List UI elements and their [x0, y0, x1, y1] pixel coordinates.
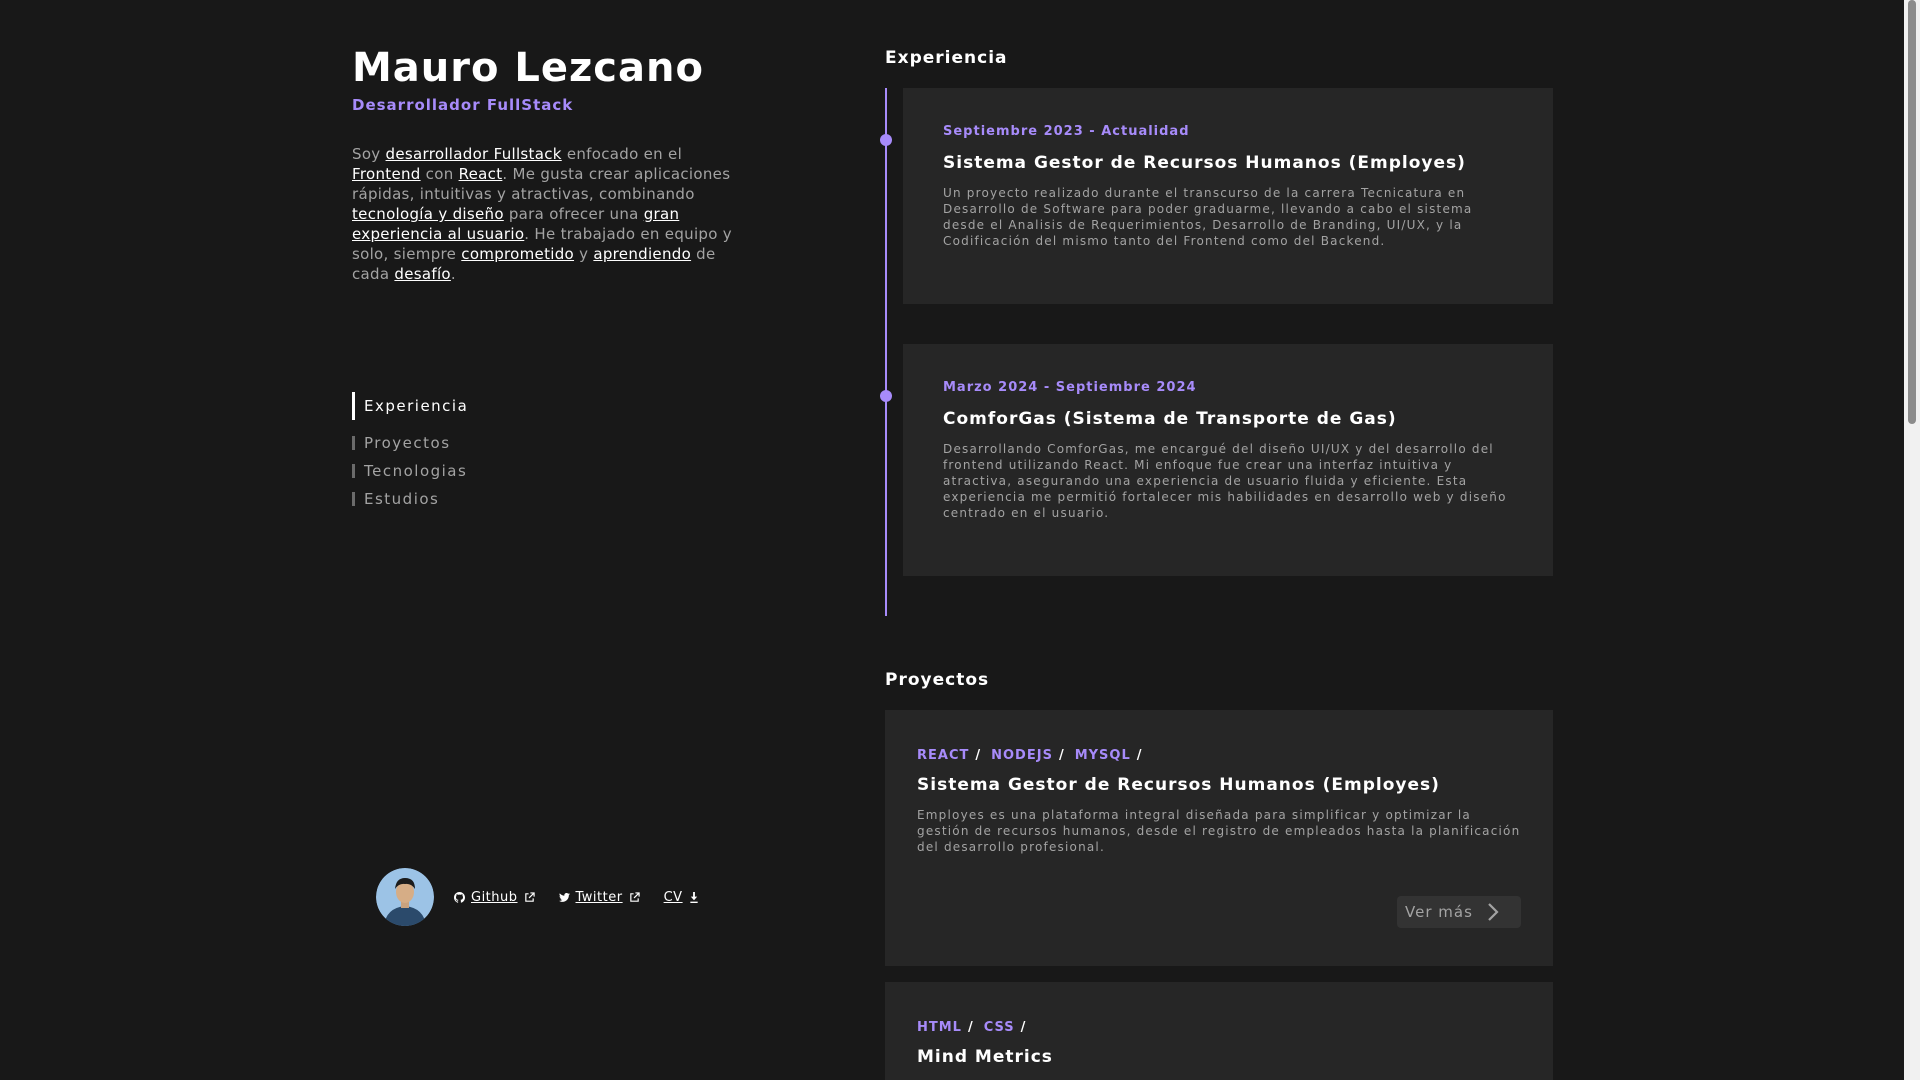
profile-bio: Soy desarrollador Fullstack enfocado en … [352, 144, 732, 284]
experience-card: Marzo 2024 - Septiembre 2024 ComforGas (… [903, 344, 1553, 576]
github-link[interactable]: Github [454, 890, 535, 905]
bio-text: . [450, 265, 456, 283]
bio-highlight: aprendiendo [593, 245, 692, 263]
profile-role: Desarrollador FullStack [352, 96, 574, 114]
project-tag: REACT [917, 748, 970, 763]
portfolio-page: Mauro Lezcano Desarrollador FullStack So… [0, 0, 1920, 1080]
bio-highlight: React [458, 165, 503, 183]
see-more-label: Ver más [1405, 903, 1473, 921]
bio-text: con [420, 165, 459, 183]
download-icon [689, 891, 698, 903]
experience-card: Septiembre 2023 - Actualidad Sistema Ges… [903, 88, 1553, 304]
bio-text: enfocado en el [561, 145, 683, 163]
project-card[interactable]: HTML / CSS / Mind Metrics [885, 982, 1553, 1080]
project-title: Mind Metrics [917, 1047, 1053, 1067]
tag-separator: / [1136, 748, 1143, 763]
timeline-dot [880, 390, 892, 402]
bio-highlight: comprometido [461, 245, 575, 263]
experience-heading: Experiencia [885, 48, 1008, 68]
experience-date: Marzo 2024 - Septiembre 2024 [943, 380, 1197, 395]
project-tag: HTML [917, 1020, 962, 1035]
twitter-label: Twitter [575, 889, 623, 905]
external-link-icon [629, 891, 640, 902]
nav-indicator [352, 464, 355, 478]
nav-item-estudios[interactable]: Estudios [352, 490, 468, 508]
tag-separator: / [975, 748, 982, 763]
content-section: Experiencia Septiembre 2023 - Actualidad… [880, 48, 1553, 1080]
project-tags: REACT / NODEJS / MYSQL / [917, 748, 1521, 763]
cv-download-link[interactable]: CV [664, 890, 699, 905]
project-tag: NODEJS [991, 748, 1053, 763]
see-more-button[interactable]: Ver más [1397, 896, 1521, 928]
vertical-scrollbar[interactable] [1904, 0, 1920, 1080]
experience-description: Un proyecto realizado durante el transcu… [943, 186, 1473, 248]
chevron-right-icon [1488, 903, 1499, 921]
github-label: Github [471, 889, 518, 905]
scrollbar-thumb[interactable] [1908, 0, 1916, 424]
twitter-icon [558, 892, 570, 902]
nav-item-tecnologias[interactable]: Tecnologias [352, 462, 468, 480]
nav-item-label: Tecnologias [364, 462, 468, 480]
project-card[interactable]: REACT / NODEJS / MYSQL / Sistema Gestor de … [885, 710, 1553, 966]
project-tags: HTML / CSS / [917, 1020, 1521, 1035]
cv-label: CV [663, 889, 683, 905]
nav-item-label: Estudios [364, 490, 440, 508]
nav-item-experiencia[interactable]: Experiencia [352, 392, 468, 420]
bio-text: Soy [352, 145, 386, 163]
experience-description: Desarrollando ComforGas, me encargué del… [943, 442, 1507, 520]
external-link-icon [524, 891, 535, 902]
project-tag: MYSQL [1074, 748, 1131, 763]
project-tag: CSS [983, 1020, 1015, 1035]
nav-item-proyectos[interactable]: Proyectos [352, 434, 468, 452]
timeline-line [885, 88, 887, 616]
bio-text: para ofrecer una [503, 205, 644, 223]
projects-heading: Proyectos [885, 670, 990, 690]
nav-indicator [352, 492, 355, 506]
nav-indicator [352, 436, 355, 450]
nav-item-label: Experiencia [364, 397, 469, 415]
github-icon [454, 891, 465, 903]
experience-title: ComforGas (Sistema de Transporte de Gas) [943, 409, 1397, 429]
profile-name: Mauro Lezcano [352, 45, 704, 91]
section-nav: Experiencia Proyectos Tecnologias Estudi… [352, 392, 468, 518]
bio-text: y [574, 245, 594, 263]
social-links: Github Twitter CV [376, 868, 723, 926]
bio-highlight: tecnología y diseño [352, 205, 504, 223]
bio-highlight: desafío [394, 265, 451, 283]
nav-indicator [352, 392, 355, 420]
profile-section: Mauro Lezcano Desarrollador FullStack So… [352, 44, 732, 299]
tag-separator: / [1058, 748, 1065, 763]
experience-date: Septiembre 2023 - Actualidad [943, 124, 1190, 139]
experience-timeline: Septiembre 2023 - Actualidad Sistema Ges… [880, 88, 1553, 616]
timeline-dot [880, 134, 892, 146]
twitter-link[interactable]: Twitter [558, 889, 640, 905]
nav-item-label: Proyectos [364, 434, 451, 452]
project-description: Employes es una plataforma integral dise… [917, 808, 1521, 854]
project-title: Sistema Gestor de Recursos Humanos (Empl… [917, 775, 1440, 795]
experience-title: Sistema Gestor de Recursos Humanos (Empl… [943, 153, 1466, 173]
bio-highlight: Frontend [352, 165, 421, 183]
avatar [376, 868, 434, 926]
tag-separator: / [967, 1020, 974, 1035]
tag-separator: / [1020, 1020, 1027, 1035]
bio-highlight: desarrollador Fullstack [385, 145, 562, 163]
